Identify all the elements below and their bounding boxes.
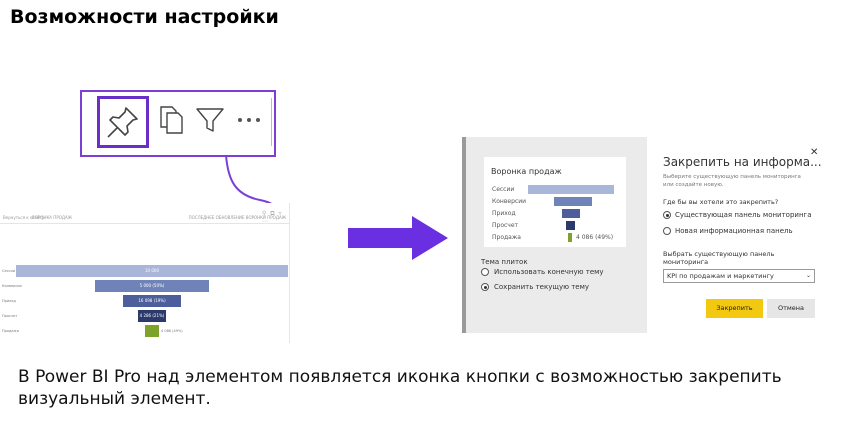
theme-option-label: Использовать конечную тему (494, 268, 604, 276)
preview-title: Воронка продаж (491, 167, 562, 176)
report-canvas-edge (289, 203, 290, 343)
theme-radio-current[interactable] (481, 283, 489, 291)
header-divider (0, 223, 290, 224)
report-funnel-visual: Вернуться к отчёту ВОРОНКА ПРОДАЖ ПОСЛЕД… (0, 203, 292, 343)
funnel-label: Продажа (2, 329, 19, 333)
pin-visual-button[interactable] (97, 96, 149, 148)
existing-dashboard-radio[interactable] (663, 211, 671, 219)
theme-radio-destination[interactable] (481, 268, 489, 276)
tile-theme-title: Тема плиток (481, 258, 528, 266)
pin-button[interactable]: Закрепить (706, 299, 763, 318)
slide-title: Возможности настройки (10, 6, 279, 28)
pin-dialog-screenshot: Воронка продаж Сессии Конверсии Приход П… (462, 137, 830, 333)
funnel-label: Просчет (2, 314, 18, 318)
new-dashboard-radio[interactable] (663, 227, 671, 235)
funnel-bar[interactable]: 4 286 (21%) (138, 310, 166, 322)
pane-edge (462, 137, 466, 333)
preview-sale-value: 4 086 (49%) (576, 234, 614, 241)
pin-location-question: Где бы вы хотели это закрепить? (663, 198, 779, 206)
close-icon[interactable]: ✕ (810, 147, 818, 158)
dialog-subtitle: Выберите существующую панель мониторинга… (663, 174, 801, 188)
funnel-label: Приход (2, 299, 16, 303)
pin-to-dashboard-dialog: Закрепить на информа... ✕ Выберите сущес… (647, 137, 830, 333)
theme-option-label: Сохранить текущую тему (494, 283, 590, 291)
toolbar-divider (271, 98, 272, 146)
report-visual-title: ВОРОНКА ПРОДАЖ (32, 215, 73, 220)
dialog-title: Закрепить на информа... (663, 155, 822, 169)
filter-icon (196, 108, 224, 132)
visual-preview-card: Воронка продаж Сессии Конверсии Приход П… (484, 157, 626, 247)
preview-bar (568, 233, 572, 242)
preview-row-label: Сессии (492, 186, 515, 193)
funnel-label: Конверсии (2, 284, 22, 288)
visual-header-toolbar (80, 90, 276, 157)
preview-bar (562, 209, 580, 218)
preview-row-label: Приход (492, 210, 516, 217)
chevron-down-icon: ⌄ (805, 272, 811, 279)
funnel-bar[interactable]: 10 000 (16, 265, 288, 277)
dashboard-select-value: KPI по продажам и маркетингу (667, 272, 774, 280)
report-visual-header: Вернуться к отчёту ВОРОНКА ПРОДАЖ ПОСЛЕД… (0, 210, 290, 225)
copy-visual-button[interactable] (156, 104, 188, 136)
funnel-bar-green[interactable] (145, 325, 159, 337)
funnel-bar[interactable]: 5 000 (50%) (95, 280, 209, 292)
dashboard-select[interactable]: KPI по продажам и маркетингу ⌄ (663, 269, 815, 283)
slide-caption: В Power BI Pro над элементом появляется … (18, 367, 782, 409)
filter-visual-button[interactable] (194, 104, 226, 136)
funnel-value-label: 4 086 (49%) (161, 329, 183, 333)
more-options-button[interactable] (234, 104, 266, 136)
funnel-bar[interactable]: 16 098 (19%) (123, 295, 181, 307)
preview-row-label: Просчет (492, 222, 519, 229)
new-dashboard-label: Новая информационная панель (675, 227, 793, 235)
dashboard-select-label: Выбрать существующую панель мониторинга (663, 250, 775, 266)
pin-icon (107, 107, 138, 138)
preview-row-label: Продажа (492, 234, 521, 241)
funnel-label: Сессии (2, 269, 15, 273)
more-options-icon (238, 118, 260, 122)
cancel-button[interactable]: Отмена (767, 299, 815, 318)
preview-bar (566, 221, 575, 230)
copy-icon (160, 106, 183, 134)
existing-dashboard-label: Существующая панель мониторинга (675, 211, 812, 219)
preview-row-label: Конверсии (492, 198, 526, 205)
preview-bar (554, 197, 592, 206)
preview-bar (528, 185, 614, 194)
right-arrow-icon (348, 216, 448, 260)
